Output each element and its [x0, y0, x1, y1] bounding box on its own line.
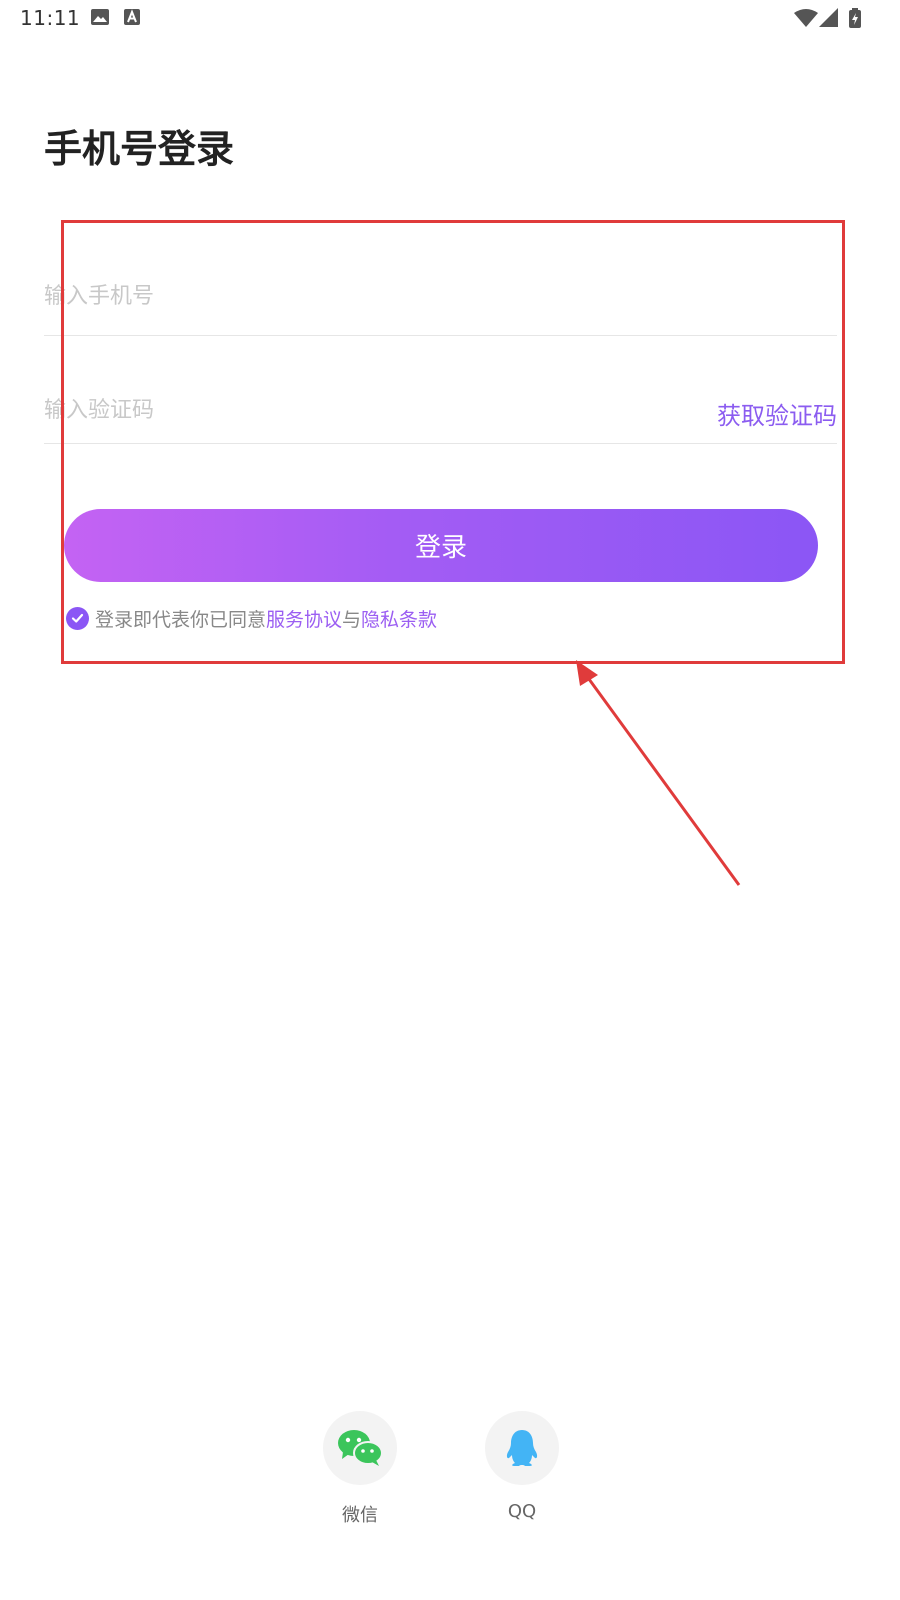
- qq-icon: [506, 1430, 538, 1466]
- image-notification-icon: [91, 9, 109, 25]
- qq-login[interactable]: QQ: [485, 1411, 559, 1522]
- qq-label: QQ: [507, 1501, 537, 1522]
- wifi-icon: [794, 9, 818, 27]
- page-title: 手机号登录: [44, 127, 235, 171]
- battery-icon: [849, 8, 861, 28]
- qq-button[interactable]: [485, 1411, 559, 1485]
- annotation-arrow-icon: [576, 660, 741, 886]
- status-time: 11:11: [20, 6, 81, 30]
- app-notification-icon: [124, 9, 140, 25]
- wechat-label: 微信: [342, 1505, 378, 1526]
- wechat-login[interactable]: 微信: [323, 1411, 397, 1527]
- highlight-box: [61, 220, 845, 664]
- wechat-button[interactable]: [323, 1411, 397, 1485]
- signal-icon: [819, 8, 838, 27]
- wechat-icon: [338, 1430, 383, 1466]
- status-bar: 11:11: [0, 0, 900, 36]
